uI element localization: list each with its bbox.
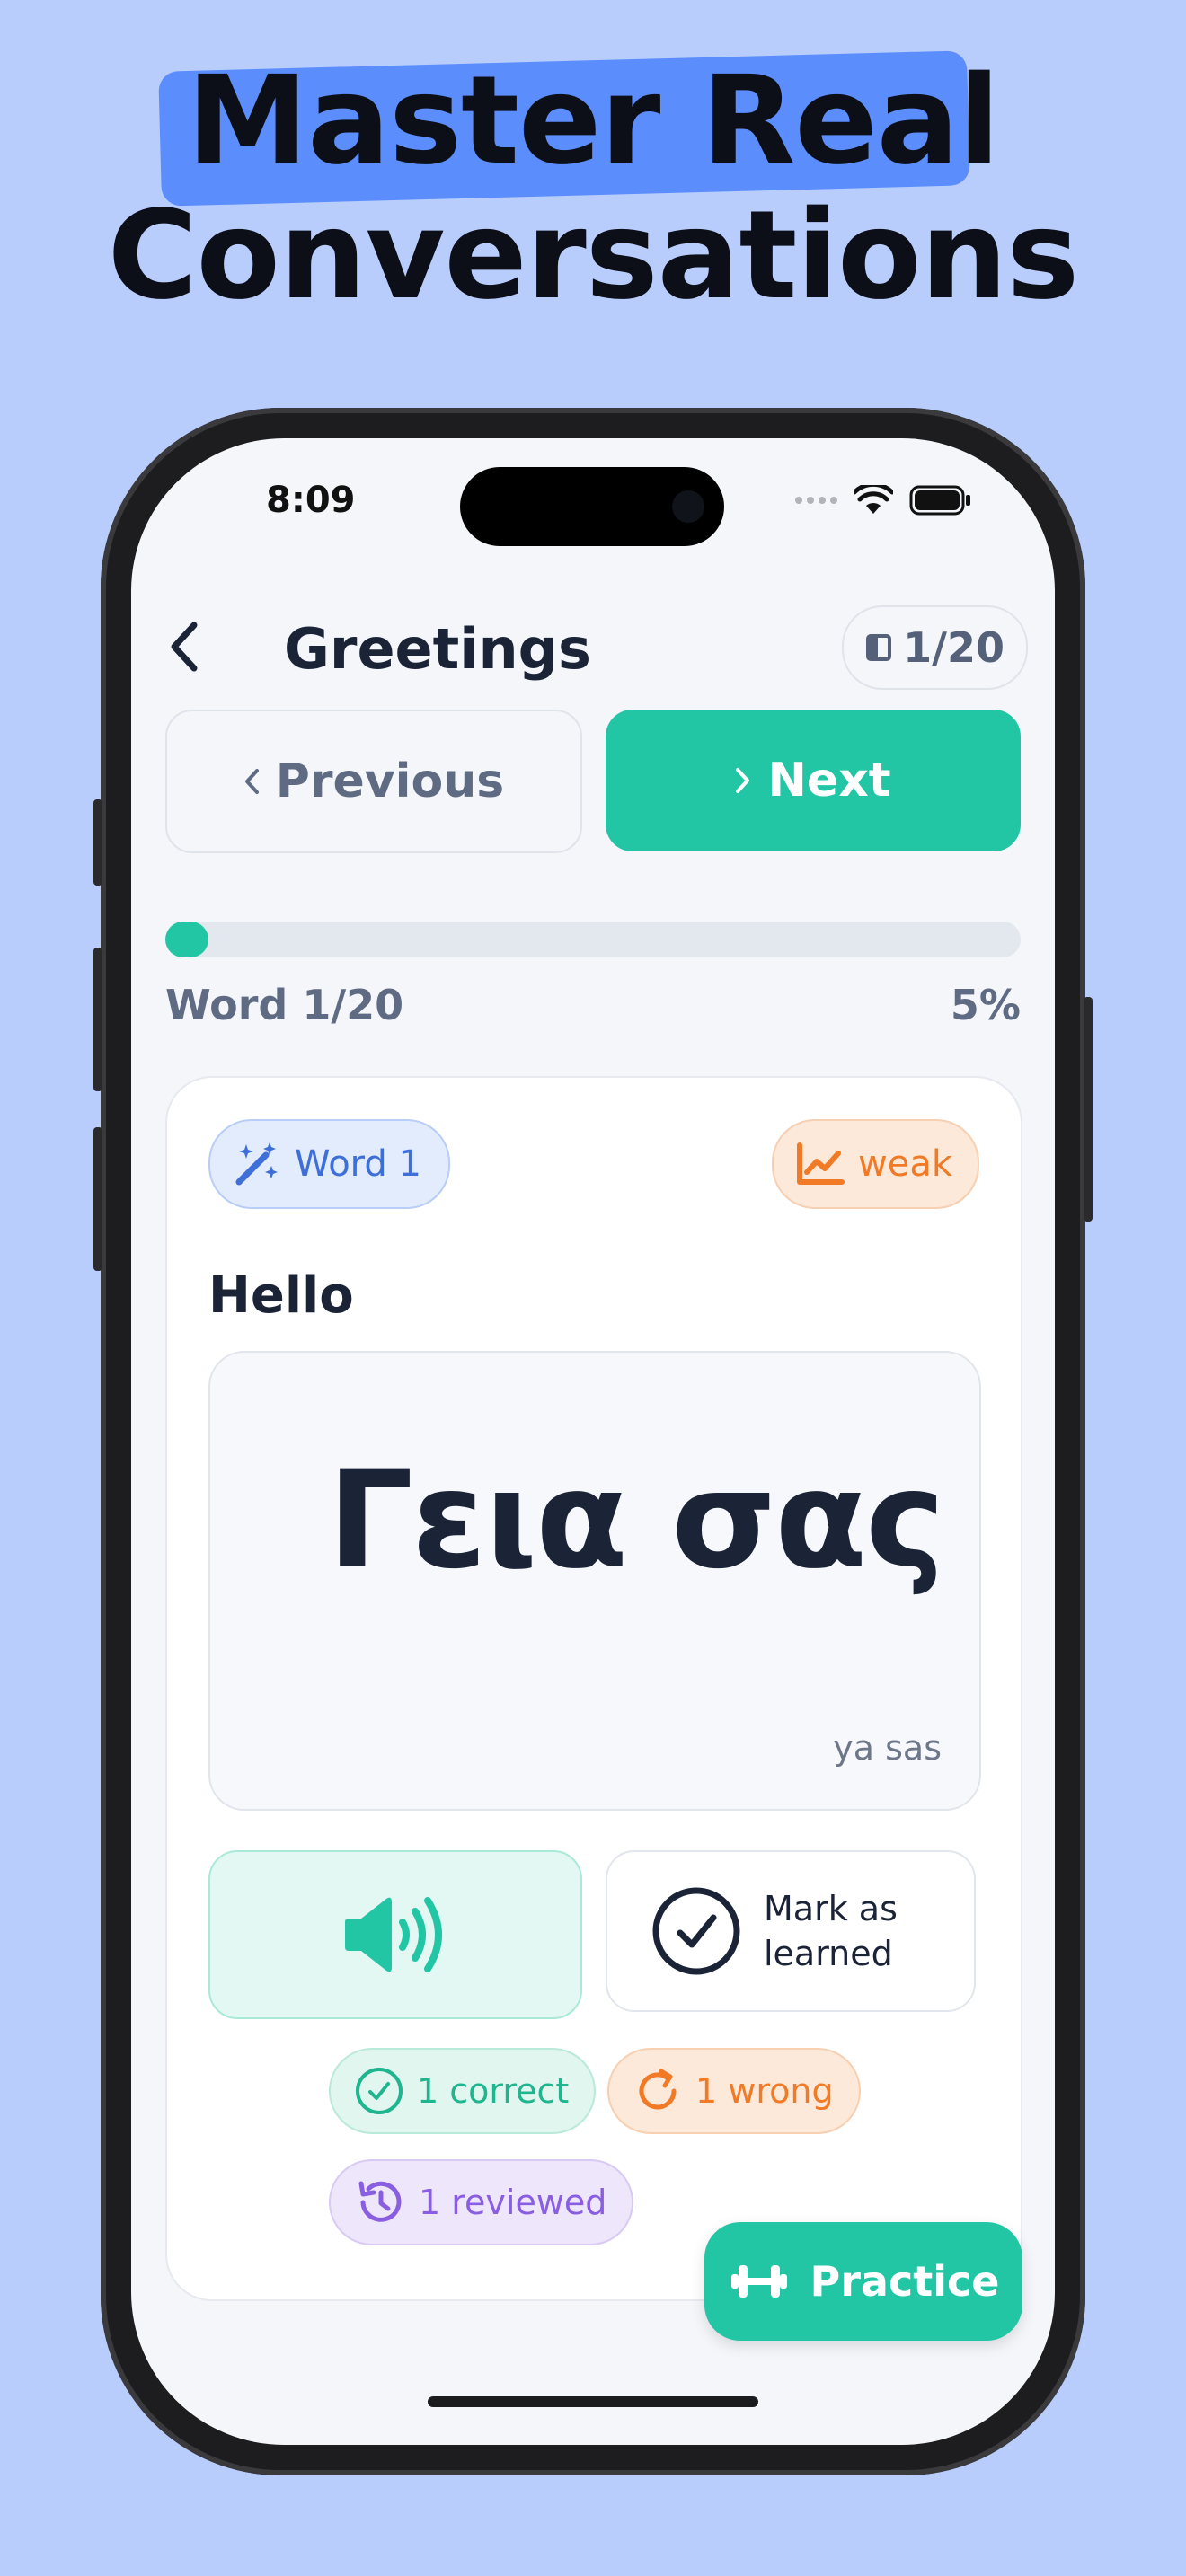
status-time: 8:09 (266, 480, 356, 521)
previous-button[interactable]: Previous (165, 710, 582, 853)
dumbbell-icon (730, 2265, 787, 2298)
front-camera (672, 490, 704, 523)
correct-stat-text: 1 correct (417, 2071, 570, 2111)
strength-badge: weak (772, 1119, 979, 1209)
previous-button-label: Previous (275, 754, 505, 808)
check-circle-icon (652, 1887, 740, 1975)
chevron-left-icon (171, 622, 198, 672)
practice-button[interactable]: Practice (704, 2222, 1022, 2341)
home-indicator (428, 2396, 758, 2407)
headline-line-1: Master Real (186, 50, 1000, 192)
chevron-left-icon (244, 769, 259, 794)
progress-label: Word 1/20 (165, 981, 404, 1029)
foreign-word-box[interactable]: Γεια σας ya sas (208, 1351, 981, 1811)
play-audio-button[interactable] (208, 1850, 582, 2019)
magic-wand-icon (235, 1142, 278, 1186)
wifi-icon (854, 485, 893, 514)
word-counter-pill[interactable]: 1/20 (842, 605, 1028, 690)
status-icons (795, 485, 972, 516)
chevron-right-icon (736, 768, 750, 793)
speaker-icon (345, 1897, 442, 1972)
headline-line-1-wrapper: Master Real (158, 50, 1000, 207)
back-button[interactable] (158, 620, 212, 674)
phone-volume-down-button (93, 1127, 102, 1271)
progress-percent: 5% (950, 981, 1021, 1029)
word-navigation: Previous Next (165, 710, 1021, 853)
foreign-word: Γεια σας (327, 1442, 945, 1599)
word-meaning: Hello (208, 1266, 354, 1325)
word-counter-text: 1/20 (903, 623, 1005, 672)
transliteration: ya sas (833, 1728, 942, 1768)
wrong-stat-badge: 1 wrong (607, 2048, 861, 2134)
correct-stat-badge: 1 correct (329, 2048, 597, 2134)
retry-icon (639, 2069, 677, 2110)
word-number-badge: Word 1 (208, 1119, 450, 1209)
wrong-stat-text: 1 wrong (695, 2071, 834, 2111)
check-circle-icon (356, 2068, 403, 2114)
phone-screen: 8:09 Greetings 1/20 Previous Next Word 1… (131, 438, 1055, 2445)
battery-icon (909, 485, 970, 516)
dynamic-island (460, 467, 724, 546)
next-button[interactable]: Next (606, 710, 1021, 851)
phone-power-button (1084, 997, 1093, 1222)
headline-line-2: Conversations (107, 185, 1080, 327)
book-icon (866, 634, 892, 661)
progress-bar-fill (165, 922, 208, 957)
reviewed-stat-badge: 1 reviewed (329, 2159, 634, 2245)
mark-learned-label: Mark as learned (764, 1889, 898, 1973)
practice-button-label: Practice (810, 2257, 1000, 2306)
strength-text: weak (858, 1143, 952, 1185)
phone-action-button (93, 799, 102, 886)
mark-learned-button[interactable]: Mark as learned (606, 1850, 976, 2012)
page-title: Greetings (284, 616, 591, 682)
word-card: Word 1 weak Hello Γεια σας ya sas Mark a… (165, 1076, 1022, 2301)
trend-chart-icon (797, 1142, 845, 1185)
reviewed-stat-text: 1 reviewed (419, 2183, 607, 2222)
progress-bar (165, 922, 1021, 957)
history-icon (358, 2181, 402, 2222)
phone-volume-up-button (93, 948, 102, 1091)
marketing-headline: Master Real Conversations (0, 36, 1186, 323)
next-button-label: Next (767, 754, 891, 807)
word-number-text: Word 1 (295, 1143, 421, 1185)
screen-header: Greetings 1/20 (131, 600, 1055, 693)
cellular-signal-icon (795, 497, 837, 504)
